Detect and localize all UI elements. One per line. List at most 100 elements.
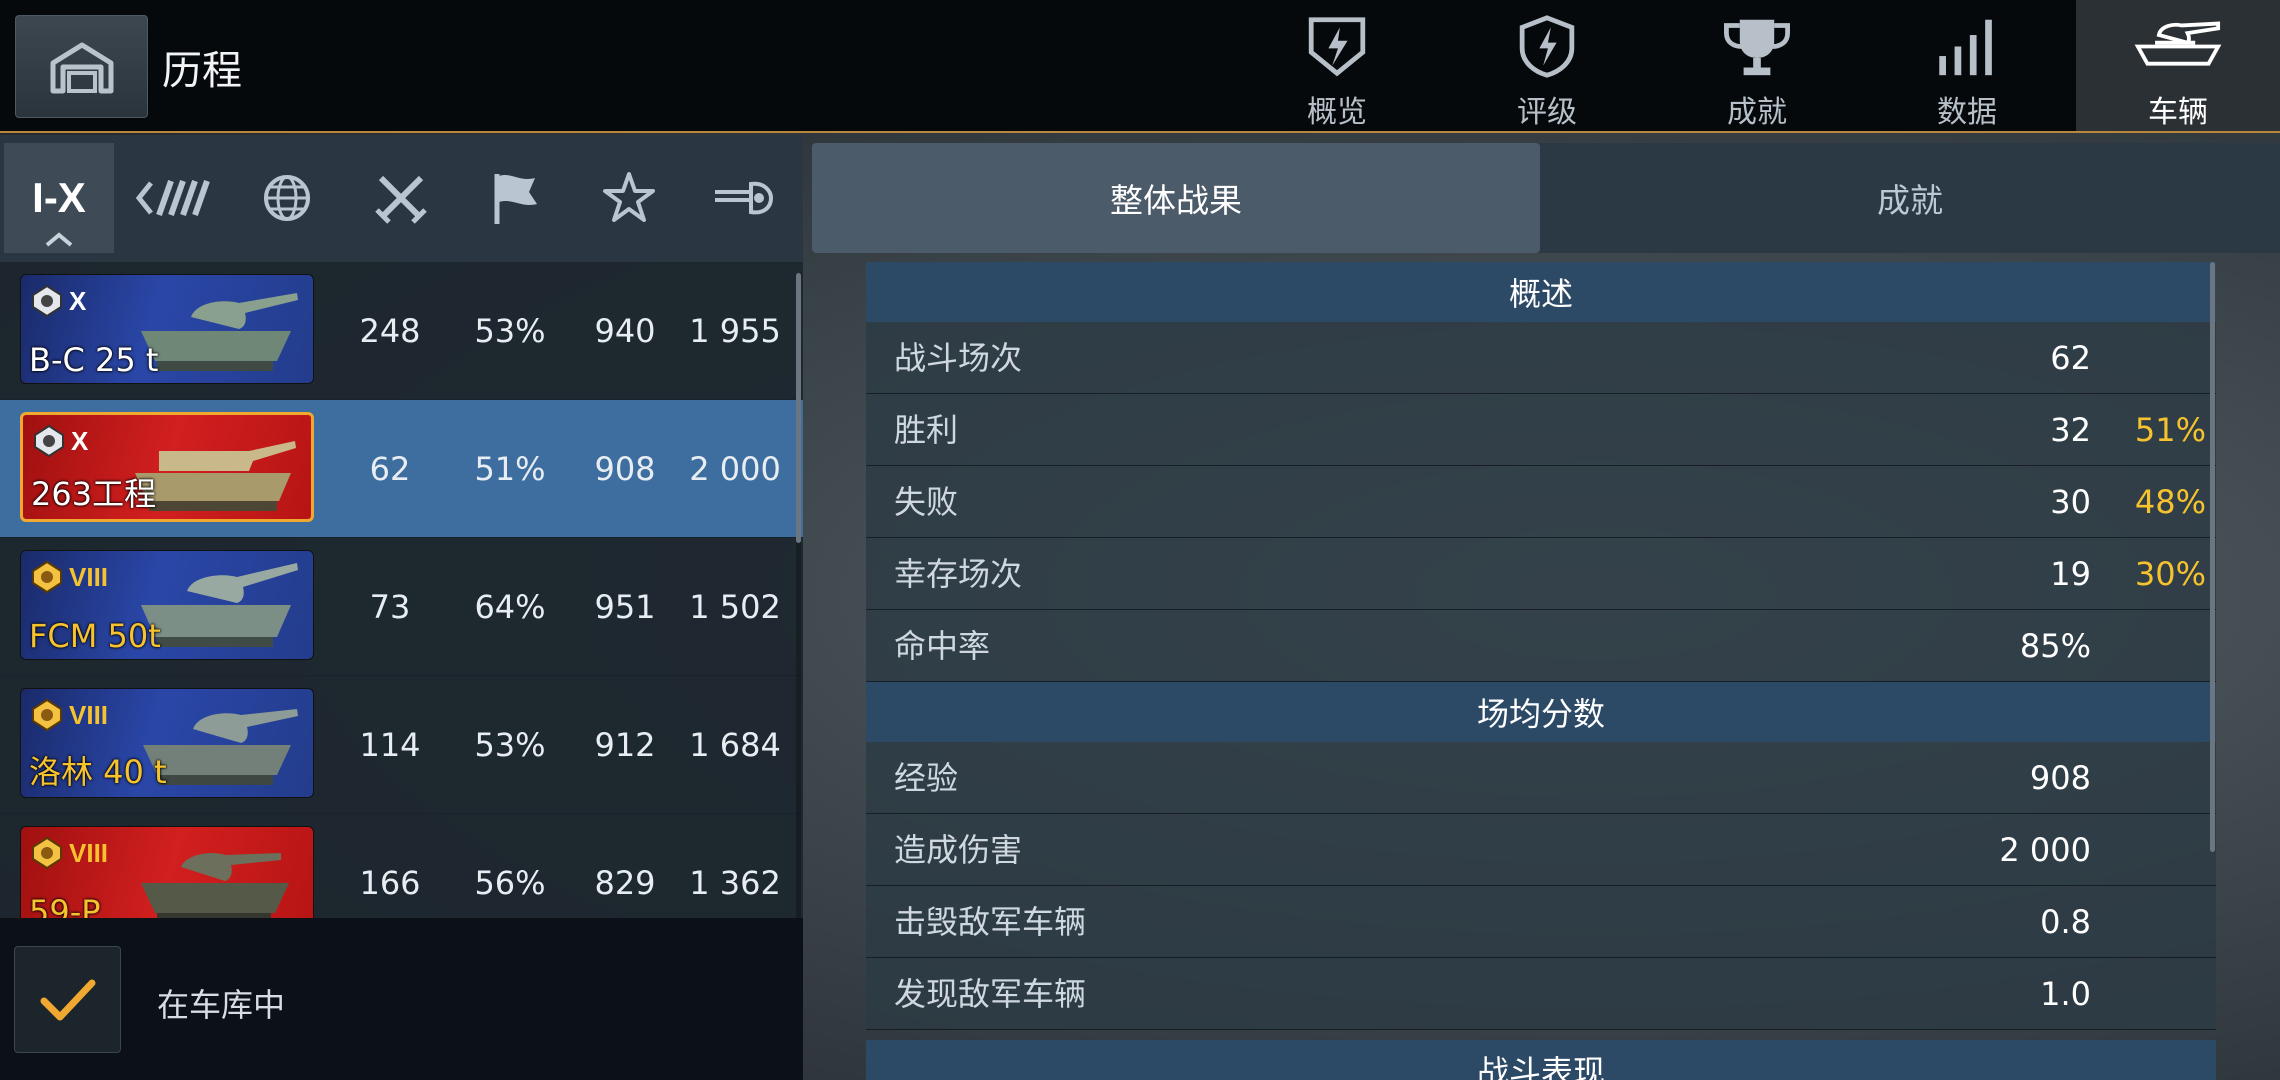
nav-tab-vehicles[interactable]: 车辆 (2076, 0, 2280, 131)
shield-lightning-icon (1308, 17, 1366, 77)
nav-tab-achievements[interactable]: 成就 (1682, 0, 1832, 131)
stat-row-avg-spotted: 发现敌军车辆 1.0 (866, 958, 2216, 1030)
tier-badge: X (29, 283, 86, 319)
crossed-swords-icon (375, 175, 427, 224)
stat-value: 32 (2050, 411, 2091, 449)
mastery-badge-icon (34, 424, 64, 458)
top-bar: 历程 概览 评级 成就 数据 车辆 (0, 0, 2280, 133)
nav-tab-label: 车辆 (2148, 95, 2208, 130)
vehicle-card: X 263工程 (20, 412, 314, 522)
vehicle-winrate: 64% (474, 588, 546, 626)
tier-badge: VIII (29, 559, 108, 595)
garage-home-button[interactable] (15, 15, 148, 118)
section-header-average: 场均分数 (866, 682, 2216, 742)
type-filter-button[interactable] (346, 143, 456, 253)
vehicle-row[interactable]: VIII 洛林 40 t 114 53% 912 1 684 (0, 676, 803, 814)
chevron-up-icon (45, 232, 73, 247)
stat-label: 造成伤害 (894, 831, 1023, 869)
vehicle-battles: 248 (359, 312, 421, 350)
stat-row-hit-ratio: 命中率 85% (866, 610, 2216, 682)
in-garage-label: 在车库中 (157, 986, 286, 1024)
vehicle-avg-damage: 1 684 (689, 726, 781, 764)
stat-value: 1.0 (2040, 975, 2091, 1013)
section-header-performance: 战斗表现 (866, 1040, 2216, 1080)
vehicle-row[interactable]: X B-C 25 t 248 53% 940 1 955 (0, 262, 803, 400)
tier-badge: VIII (29, 697, 108, 733)
nav-tab-overview[interactable]: 概览 (1262, 0, 1412, 131)
nation-stripes-icon (135, 180, 210, 216)
vehicle-card: VIII 洛林 40 t (20, 688, 314, 798)
tank-image-icon (141, 853, 289, 923)
vehicle-avg-xp: 912 (594, 726, 656, 764)
vehicle-list-panel: I-X X B-C 25 t 248 53% 940 1 955 X 263工程… (0, 135, 803, 1080)
premium-filter-button[interactable] (460, 143, 570, 253)
stat-row-avg-kills: 击毁敌军车辆 0.8 (866, 886, 2216, 958)
filter-bar: I-X (0, 135, 803, 262)
vehicle-card: X B-C 25 t (20, 274, 314, 384)
vehicle-name: B-C 25 t (29, 341, 159, 379)
stat-percent: 51% (2134, 411, 2206, 449)
tab-overall-results[interactable]: 整体战果 (812, 143, 1540, 253)
trophy-icon (1724, 19, 1790, 76)
stat-percent: 30% (2134, 555, 2206, 593)
tab-label: 成就 (1877, 181, 1943, 220)
stat-value: 908 (2029, 759, 2091, 797)
vehicle-card: VIII FCM 50t (20, 550, 314, 660)
favorite-filter-button[interactable] (574, 143, 684, 253)
nav-tab-label: 评级 (1517, 95, 1577, 130)
stat-value: 62 (2050, 339, 2091, 377)
garage-filter-bar: 在车库中 (0, 918, 803, 1080)
tab-achievements[interactable]: 成就 (1540, 143, 2280, 253)
stat-row-defeats: 失败 30 48% (866, 466, 2216, 538)
stat-row-avg-damage: 造成伤害 2 000 (866, 814, 2216, 886)
checkmark-icon (40, 979, 95, 1020)
stats-panel: 概述 战斗场次 62 胜利 32 51% 失败 30 48% 幸存场次 19 3… (866, 262, 2216, 1080)
nation-filter-button[interactable] (118, 143, 228, 253)
vehicle-winrate: 51% (474, 450, 546, 488)
nav-tab-label: 概览 (1307, 95, 1367, 130)
vehicle-list-scroll-thumb[interactable] (796, 273, 801, 543)
stat-label: 幸存场次 (894, 555, 1023, 593)
stat-row-battles: 战斗场次 62 (866, 322, 2216, 394)
vehicle-row-selected[interactable]: X 263工程 62 51% 908 2 000 (0, 400, 803, 538)
section-header-overview: 概述 (866, 262, 2216, 322)
vehicle-avg-xp: 940 (594, 312, 656, 350)
vehicle-name: 洛林 40 t (29, 753, 167, 791)
stat-row-avg-xp: 经验 908 (866, 742, 2216, 814)
region-filter-button[interactable] (232, 143, 342, 253)
stat-row-victories: 胜利 32 51% (866, 394, 2216, 466)
tank-gun-icon (715, 181, 774, 215)
tier-filter-label: I-X (32, 174, 86, 221)
mastery-badge-icon (32, 284, 62, 318)
vehicle-avg-xp: 908 (594, 450, 656, 488)
vehicle-avg-damage: 2 000 (689, 450, 781, 488)
tier-badge: X (31, 423, 88, 459)
stat-value: 2 000 (1999, 831, 2091, 869)
rating-badge-icon (1519, 15, 1575, 78)
nav-tab-statistics[interactable]: 数据 (1892, 0, 2042, 131)
stat-value: 30 (2050, 483, 2091, 521)
stat-label: 命中率 (894, 627, 991, 665)
garage-icon (50, 42, 113, 93)
stat-label: 胜利 (894, 411, 959, 449)
nav-tab-rating[interactable]: 评级 (1472, 0, 1622, 131)
in-garage-checkbox[interactable] (14, 946, 121, 1053)
vehicle-winrate: 53% (474, 726, 546, 764)
nav-tab-label: 数据 (1937, 95, 1997, 130)
stat-label: 战斗场次 (894, 339, 1023, 377)
globe-icon (264, 175, 310, 221)
stat-percent: 48% (2134, 483, 2206, 521)
vehicle-winrate: 53% (474, 312, 546, 350)
tank-icon (2134, 21, 2222, 66)
vehicle-row[interactable]: VIII FCM 50t 73 64% 951 1 502 (0, 538, 803, 676)
module-filter-button[interactable] (688, 143, 798, 253)
tier-filter-button[interactable]: I-X (4, 143, 114, 253)
bar-signal-icon (1939, 19, 1992, 76)
page-title: 历程 (162, 48, 242, 94)
stats-scrollbar[interactable] (2210, 262, 2215, 852)
vehicle-avg-damage: 1 502 (689, 588, 781, 626)
vehicle-tier: X (69, 285, 87, 316)
stat-row-survived: 幸存场次 19 30% (866, 538, 2216, 610)
stat-value: 19 (2050, 555, 2091, 593)
vehicle-avg-damage: 1 955 (689, 312, 781, 350)
